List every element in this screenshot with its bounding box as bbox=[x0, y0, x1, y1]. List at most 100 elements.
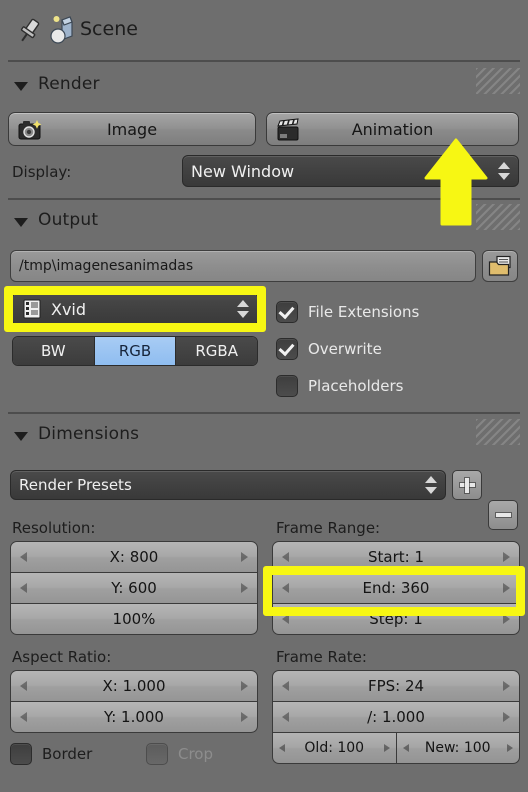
pin-icon[interactable] bbox=[14, 16, 44, 46]
chevron-updown-icon-format bbox=[237, 298, 249, 320]
aspect-x-field[interactable]: X: 1.000 bbox=[11, 671, 257, 701]
arrow-right-icon[interactable] bbox=[241, 552, 248, 562]
arrow-left-icon[interactable] bbox=[282, 681, 289, 691]
frame-range-group: Start: 1 End: 360 Step: 1 bbox=[272, 541, 520, 635]
arrow-right-icon[interactable] bbox=[503, 681, 510, 691]
color-mode-rgb[interactable]: RGB bbox=[94, 337, 177, 365]
resolution-group: X: 800 Y: 600 100% bbox=[10, 541, 258, 635]
file-extensions-checkbox[interactable] bbox=[276, 301, 298, 323]
output-path-browse-button[interactable] bbox=[482, 250, 518, 282]
frame-map-new-value: New: 100 bbox=[424, 740, 491, 756]
aspect-y-value: Y: 1.000 bbox=[104, 708, 164, 726]
output-path-input[interactable]: /tmp\imagenesanimadas bbox=[10, 250, 476, 282]
fps-field[interactable]: FPS: 24 bbox=[273, 671, 519, 701]
aspect-x-value: X: 1.000 bbox=[102, 677, 166, 695]
resolution-label: Resolution: bbox=[12, 519, 96, 537]
render-animation-button[interactable]: Animation bbox=[266, 112, 519, 146]
render-properties-panel: Scene Render Image Animation Display: Ne… bbox=[0, 0, 528, 792]
arrow-left-icon[interactable] bbox=[20, 552, 27, 562]
output-format-value: Xvid bbox=[51, 299, 87, 319]
overwrite-checkbox-row[interactable]: Overwrite bbox=[276, 338, 382, 360]
frame-start-field[interactable]: Start: 1 bbox=[273, 542, 519, 572]
render-presets-dropdown[interactable]: Render Presets bbox=[10, 470, 446, 500]
movie-film-icon bbox=[23, 299, 41, 319]
frame-end-field[interactable]: End: 360 bbox=[273, 573, 519, 603]
arrow-left-icon[interactable] bbox=[402, 744, 409, 752]
arrow-right-icon[interactable] bbox=[503, 583, 510, 593]
border-checkbox-row[interactable]: Border bbox=[10, 743, 92, 765]
dimensions-panel: Dimensions Render Presets Resolution: X:… bbox=[0, 415, 528, 792]
add-preset-button[interactable] bbox=[452, 470, 482, 500]
arrow-left-icon[interactable] bbox=[282, 614, 289, 624]
dimensions-panel-title[interactable]: Dimensions bbox=[38, 424, 139, 444]
file-extensions-label: File Extensions bbox=[308, 303, 420, 321]
arrow-right-icon[interactable] bbox=[503, 614, 510, 624]
color-mode-segmented[interactable]: BW RGB RGBA bbox=[12, 336, 258, 366]
triangle-down-icon-output[interactable] bbox=[14, 218, 28, 227]
arrow-right-icon[interactable] bbox=[507, 744, 513, 752]
arrow-right-icon[interactable] bbox=[383, 744, 390, 752]
placeholders-checkbox[interactable] bbox=[276, 375, 298, 397]
arrow-left-icon[interactable] bbox=[282, 552, 289, 562]
render-panel-grip bbox=[476, 68, 520, 94]
placeholders-checkbox-row[interactable]: Placeholders bbox=[276, 375, 403, 397]
frame-step-value: Step: 1 bbox=[369, 610, 423, 628]
arrow-left-icon[interactable] bbox=[20, 583, 27, 593]
arrow-right-icon[interactable] bbox=[503, 552, 510, 562]
clapperboard-icon bbox=[277, 118, 299, 141]
resolution-y-value: Y: 600 bbox=[111, 579, 157, 597]
resolution-percent-value: 100% bbox=[112, 610, 156, 628]
dimensions-panel-grip bbox=[476, 419, 520, 445]
frame-map-old-field[interactable]: Old: 100 bbox=[273, 733, 396, 763]
scene-name-label[interactable]: Scene bbox=[80, 18, 138, 40]
fps-base-field[interactable]: /: 1.000 bbox=[273, 702, 519, 732]
plus-icon-v bbox=[465, 477, 469, 493]
frame-start-value: Start: 1 bbox=[367, 548, 424, 566]
frame-end-value: End: 360 bbox=[362, 579, 430, 597]
output-panel-title[interactable]: Output bbox=[38, 210, 98, 230]
arrow-left-icon[interactable] bbox=[282, 712, 289, 722]
frame-rate-group: FPS: 24 /: 1.000 Old: 100 New: 100 bbox=[272, 670, 520, 764]
aspect-ratio-label: Aspect Ratio: bbox=[12, 648, 112, 666]
render-panel-title[interactable]: Render bbox=[38, 74, 100, 94]
resolution-x-field[interactable]: X: 800 bbox=[11, 542, 257, 572]
arrow-left-icon[interactable] bbox=[20, 712, 27, 722]
output-panel: Output /tmp\imagenesanimadas Xvid BW RGB… bbox=[0, 200, 528, 415]
render-animation-button-label: Animation bbox=[351, 119, 434, 139]
arrow-left-icon[interactable] bbox=[279, 744, 285, 752]
frame-map-old-value: Old: 100 bbox=[304, 740, 365, 756]
aspect-y-field[interactable]: Y: 1.000 bbox=[11, 702, 257, 732]
color-mode-rgba[interactable]: RGBA bbox=[176, 337, 257, 365]
remove-preset-button[interactable] bbox=[488, 500, 518, 530]
output-panel-grip bbox=[476, 204, 520, 230]
placeholders-label: Placeholders bbox=[308, 377, 404, 395]
minus-icon bbox=[495, 513, 511, 517]
triangle-down-icon-render[interactable] bbox=[14, 82, 28, 91]
display-dropdown[interactable]: New Window bbox=[182, 155, 519, 187]
arrow-right-icon[interactable] bbox=[241, 712, 248, 722]
camera-icon bbox=[18, 120, 42, 140]
output-panel-divider bbox=[8, 412, 520, 414]
chevron-updown-icon-presets bbox=[425, 474, 437, 496]
resolution-y-field[interactable]: Y: 600 bbox=[11, 573, 257, 603]
fps-base-value: /: 1.000 bbox=[367, 708, 425, 726]
border-checkbox[interactable] bbox=[10, 743, 32, 765]
chevron-updown-icon-display bbox=[498, 160, 510, 182]
file-extensions-checkbox-row[interactable]: File Extensions bbox=[276, 301, 419, 323]
frame-map-new-field[interactable]: New: 100 bbox=[396, 733, 519, 763]
output-path-value: /tmp\imagenesanimadas bbox=[19, 258, 194, 274]
triangle-down-icon-dimensions[interactable] bbox=[14, 432, 28, 441]
frame-range-label: Frame Range: bbox=[276, 519, 381, 537]
color-mode-bw[interactable]: BW bbox=[13, 337, 95, 365]
arrow-left-icon[interactable] bbox=[282, 583, 289, 593]
arrow-left-icon[interactable] bbox=[20, 681, 27, 691]
resolution-percent-field[interactable]: 100% bbox=[11, 604, 257, 634]
overwrite-checkbox[interactable] bbox=[276, 338, 298, 360]
frame-step-field[interactable]: Step: 1 bbox=[273, 604, 519, 634]
arrow-right-icon[interactable] bbox=[503, 712, 510, 722]
render-image-button[interactable]: Image bbox=[8, 112, 256, 146]
render-image-button-label: Image bbox=[106, 119, 158, 139]
output-format-dropdown[interactable]: Xvid bbox=[12, 292, 258, 326]
arrow-right-icon[interactable] bbox=[241, 681, 248, 691]
arrow-right-icon[interactable] bbox=[241, 583, 248, 593]
